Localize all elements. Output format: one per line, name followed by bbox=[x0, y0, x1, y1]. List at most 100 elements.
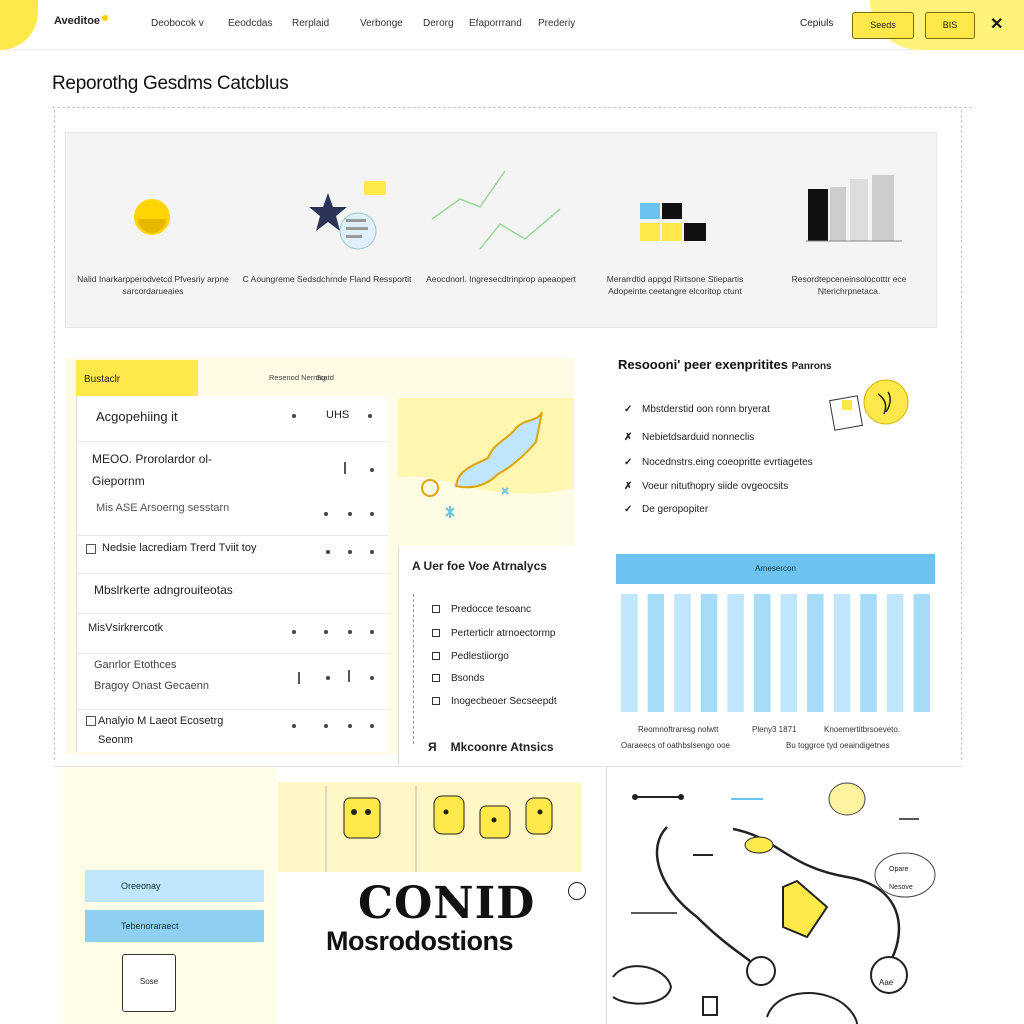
status-dot bbox=[324, 512, 328, 516]
nav-item-3[interactable]: Rerplaid bbox=[292, 18, 329, 29]
device-label: Sose bbox=[139, 977, 159, 986]
pill-label: Tebenoraraect bbox=[121, 921, 179, 931]
chart-bar bbox=[780, 594, 798, 712]
responsive-item[interactable]: ✓ De geropopiter bbox=[624, 504, 708, 515]
list-row[interactable]: Analyio M Laeot Ecosetrg Seonm bbox=[76, 710, 388, 752]
status-dot bbox=[324, 630, 328, 634]
list-row[interactable]: MEOO. Prorolardor ol- Giepornm Mis ASE A… bbox=[76, 442, 388, 536]
chart-header: Arnesercon bbox=[616, 554, 935, 584]
row-checkbox[interactable] bbox=[86, 544, 96, 554]
status-dot bbox=[326, 550, 330, 554]
status-dot bbox=[370, 550, 374, 554]
responsive-item[interactable]: ✗ Voeur nituthopry siide ovgeocsits bbox=[624, 481, 788, 492]
divider bbox=[52, 107, 972, 108]
status-dot bbox=[370, 512, 374, 516]
chart-bar bbox=[913, 594, 930, 712]
bar-chart-icon bbox=[806, 175, 902, 242]
nav-item-dashboard[interactable]: Deobocok v bbox=[151, 18, 204, 29]
list-row[interactable]: Nedsie lacrediam Trerd Tviit toy bbox=[76, 536, 388, 574]
feature-card-4[interactable]: Merarrdtid appgd Rirtsone Stiepartis Ado… bbox=[588, 133, 762, 329]
app-logo[interactable]: Aveditoe bbox=[54, 15, 109, 27]
chip-1-label: Opare bbox=[889, 866, 909, 873]
item-checkbox[interactable] bbox=[432, 605, 440, 614]
primary-header-button[interactable]: Seeds bbox=[852, 12, 914, 39]
coin-icon bbox=[134, 199, 170, 235]
category-pill-1[interactable]: Oreeonay bbox=[85, 870, 264, 902]
cloud-illustration-icon bbox=[398, 411, 574, 546]
feature-card-5[interactable]: Resordtepceneinsolocotttr ece Nterichrpn… bbox=[762, 133, 936, 329]
close-icon[interactable]: ✕ bbox=[990, 14, 1003, 34]
nav-item-7[interactable]: Prederiy bbox=[538, 18, 575, 29]
chart-bar bbox=[700, 594, 718, 712]
chart-bar bbox=[886, 594, 904, 712]
item-checkbox[interactable] bbox=[432, 629, 440, 638]
divider-right bbox=[961, 110, 962, 760]
status-dot bbox=[324, 724, 328, 728]
responsive-item[interactable]: ✗ Nebietdsarduid nonneclis bbox=[624, 432, 754, 443]
cross-icon: ✗ bbox=[624, 432, 633, 443]
responsive-item-text: Mbstderstid oon ronn bryerat bbox=[642, 404, 770, 415]
secondary-header-button[interactable]: BIS bbox=[925, 12, 975, 39]
small-device-card[interactable]: Sose bbox=[122, 954, 176, 1012]
responsive-item[interactable]: ✓ Nocednstrs.eing coeopritte evrtiagetes bbox=[624, 457, 813, 468]
emoji-stickers-icon bbox=[325, 786, 553, 872]
nav-item-2[interactable]: Eeodcdas bbox=[228, 18, 272, 29]
chart-bar bbox=[674, 594, 691, 712]
pill-label: Oreeonay bbox=[121, 881, 161, 891]
list-header-column-2: Sratd bbox=[316, 373, 334, 382]
brand-subtitle: Mosrodostions bbox=[326, 926, 514, 956]
analysis-item[interactable]: Perterticlr atrnoectormp bbox=[432, 628, 555, 639]
item-checkbox[interactable] bbox=[432, 697, 440, 706]
status-dot bbox=[348, 550, 352, 554]
list-row[interactable]: Mbslrkerte adngrouiteotas bbox=[76, 574, 388, 614]
list-row-text: MEOO. Prorolardor ol- bbox=[92, 452, 213, 466]
feature-card-3[interactable]: Aeocdnorl. Ingresecdtrinprop apeaopert bbox=[414, 133, 588, 329]
analysis-item-text: Pedlestiiorgo bbox=[451, 651, 509, 662]
list-row[interactable]: MisVsirkrercotk bbox=[76, 614, 388, 654]
chart-caption-2: Pleny3 1871 bbox=[752, 725, 797, 734]
analysis-item[interactable]: Predocce tesoanc bbox=[432, 604, 531, 615]
nav-item-4[interactable]: Verbonge bbox=[360, 18, 403, 29]
chart-bar bbox=[621, 594, 638, 712]
status-dot bbox=[370, 676, 374, 680]
analysis-item[interactable]: Bsonds bbox=[432, 673, 484, 684]
nav-item-6[interactable]: Efaporrrand bbox=[469, 18, 522, 29]
status-dot bbox=[292, 630, 296, 634]
analysis-item[interactable]: Inogecbeoer Secseepdt bbox=[432, 696, 557, 707]
list-row-value: UHS bbox=[326, 409, 350, 421]
responsive-item-text: De geropopiter bbox=[642, 504, 709, 515]
list-header-tab[interactable]: Bustaclr bbox=[76, 360, 198, 396]
nav-item-5[interactable]: Derorg bbox=[423, 18, 454, 29]
status-dot bbox=[348, 512, 352, 516]
feature-card-1[interactable]: Nalid Inarkarpperodvetcd Pfvesriy arpne … bbox=[66, 133, 240, 329]
check-icon: ✓ bbox=[624, 457, 633, 468]
tick-mark bbox=[298, 672, 300, 684]
analysis-title: A Uer foe Voe Atrnalycs bbox=[412, 559, 547, 573]
chart-bar bbox=[727, 594, 744, 712]
page-title: Reporothg Gesdms Catcblus bbox=[52, 73, 289, 94]
category-pill-2[interactable]: Tebenoraraect bbox=[85, 910, 264, 942]
bar-chart bbox=[616, 588, 935, 712]
list-row[interactable]: Ganrlor Etothces Bragoy Onast Gecaenn bbox=[76, 654, 388, 710]
status-dot bbox=[370, 630, 374, 634]
block-grid-icon bbox=[640, 203, 706, 241]
analysis-item-text: Bsonds bbox=[451, 673, 485, 684]
nav-right-link[interactable]: Cepiuls bbox=[800, 18, 833, 29]
list-row[interactable]: Acgopehiing it UHS bbox=[76, 396, 388, 442]
chart-bar bbox=[807, 594, 824, 712]
responsive-item[interactable]: ✓ Mbstderstid oon ronn bryerat bbox=[624, 404, 770, 415]
list-row-text: Nedsie lacrediam Trerd Tviit toy bbox=[102, 542, 257, 554]
sticky-note-icon bbox=[829, 379, 909, 431]
list-row-text: Acgopehiing it bbox=[96, 409, 178, 424]
row-checkbox[interactable] bbox=[86, 716, 96, 726]
feature-card-2[interactable]: C Aoungreme Sedsdchrnde Fland Ressportit bbox=[240, 133, 414, 329]
analysis-item[interactable]: Pedlestiiorgo bbox=[432, 651, 509, 662]
item-checkbox[interactable] bbox=[432, 674, 440, 683]
feature-caption-3: Aeocdnorl. Ingresecdtrinprop apeaopert bbox=[426, 274, 576, 284]
item-checkbox[interactable] bbox=[432, 652, 440, 661]
status-dot bbox=[370, 468, 374, 472]
chart-caption-1: Reomnoftraresg nolwtt bbox=[638, 725, 719, 734]
check-icon: ✓ bbox=[624, 404, 633, 415]
analysis-item-text: Inogecbeoer Secseepdt bbox=[451, 696, 557, 707]
status-dot bbox=[370, 724, 374, 728]
